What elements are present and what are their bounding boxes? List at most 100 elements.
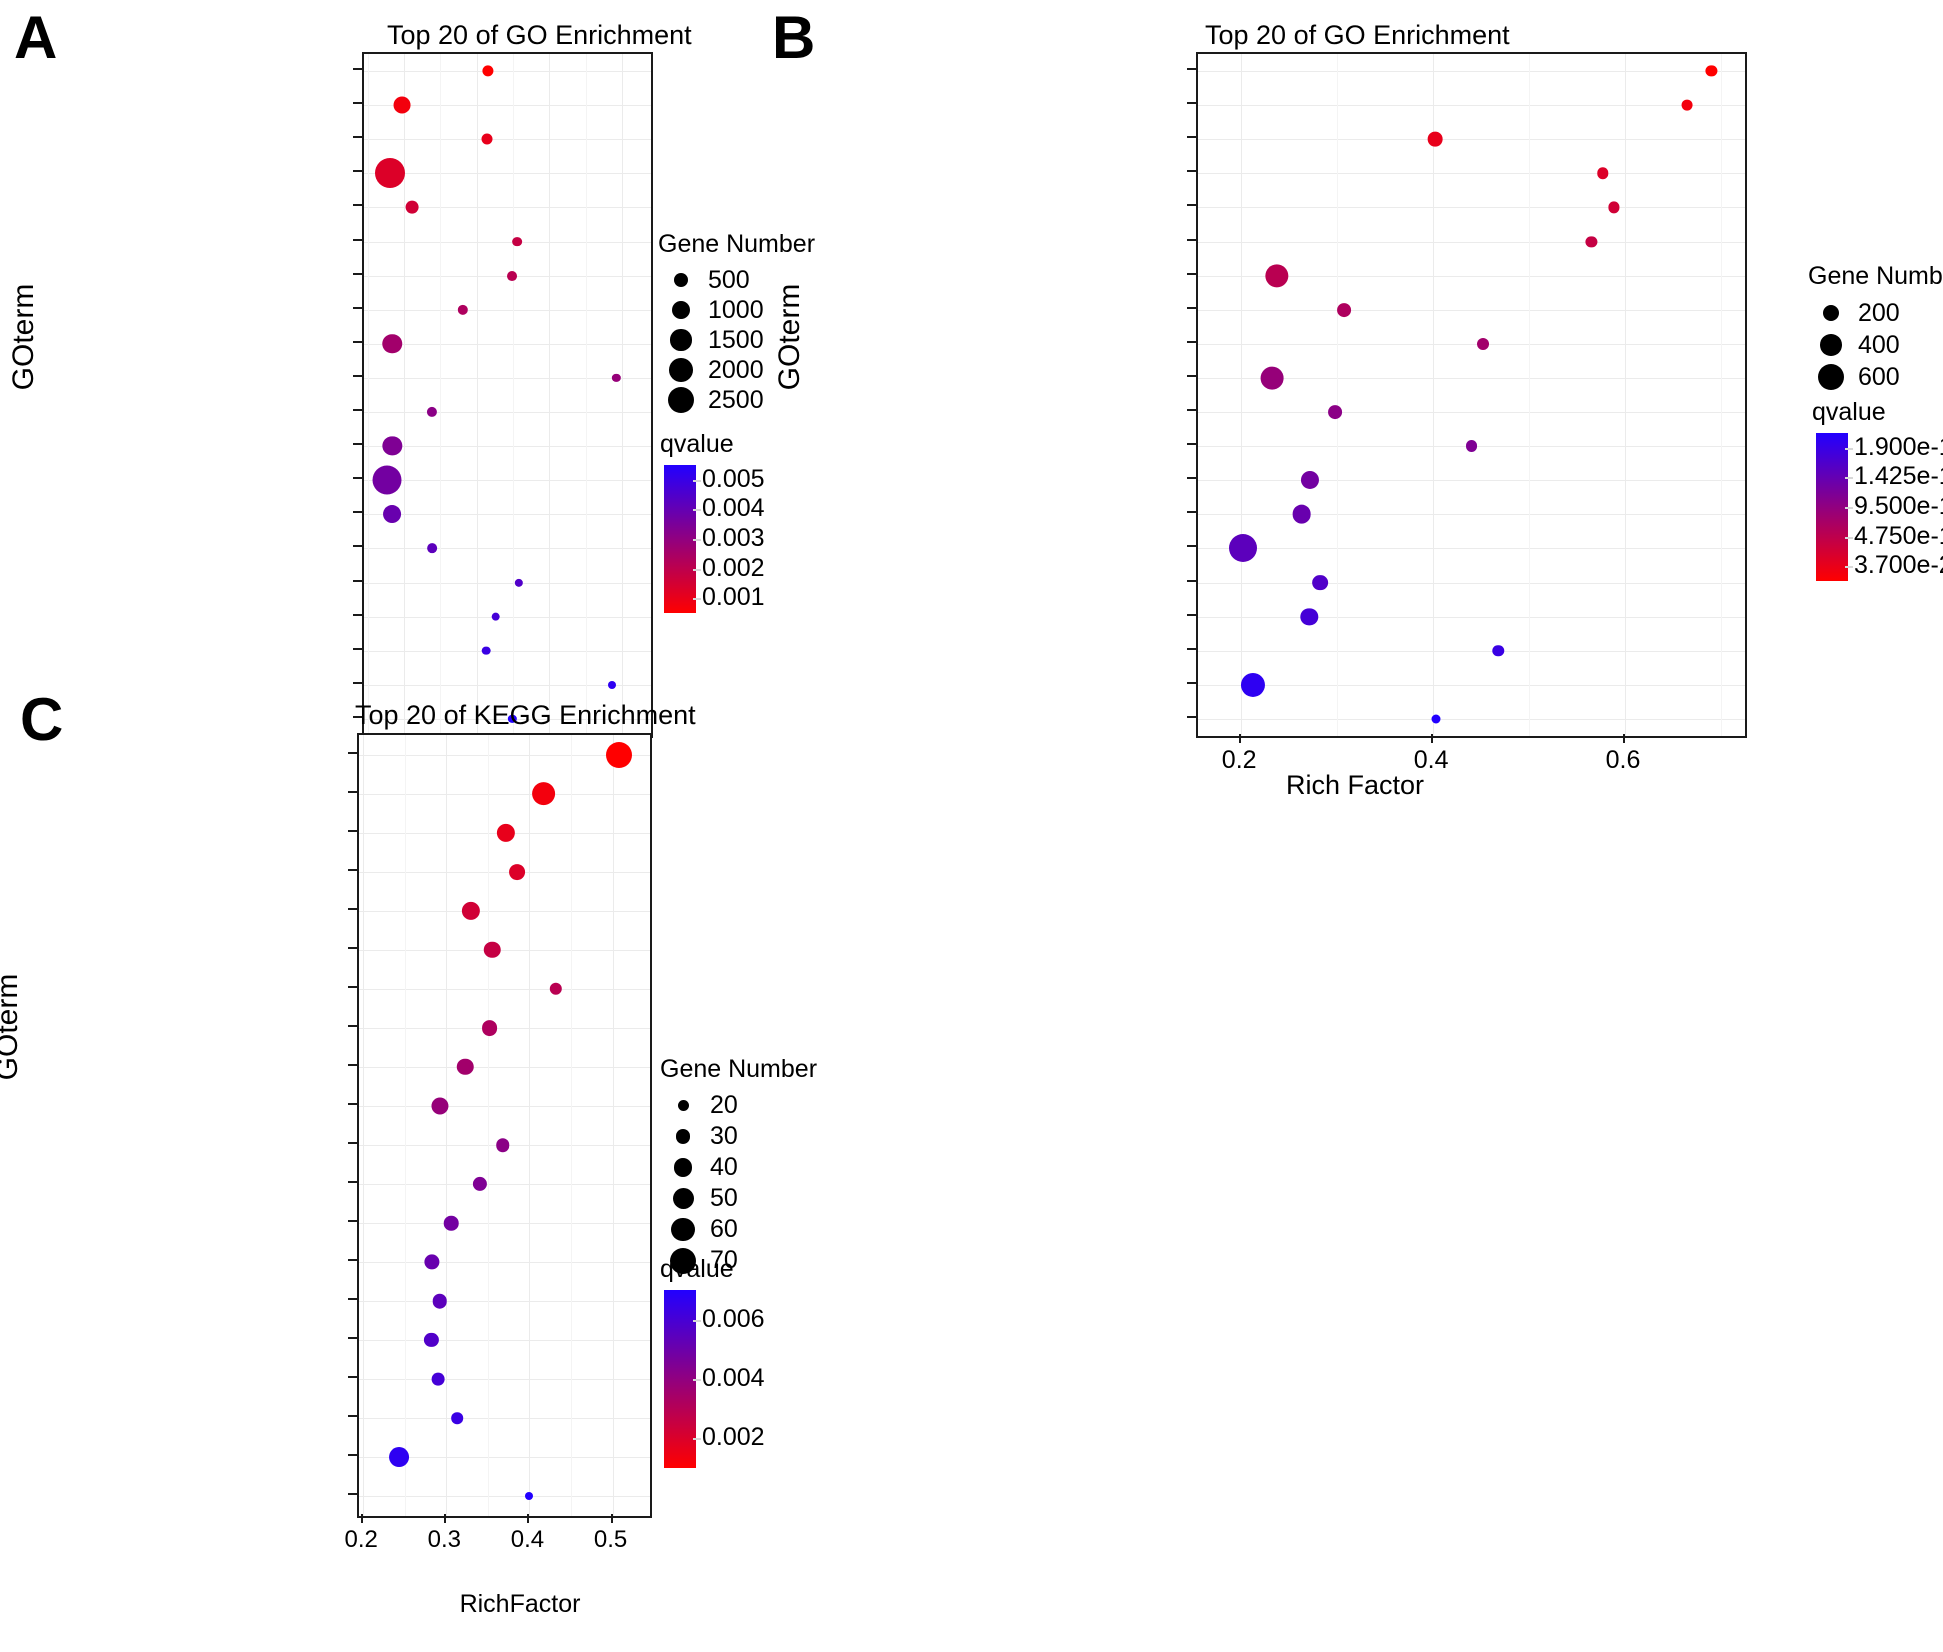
data-point[interactable] [1312,574,1328,591]
data-point[interactable] [606,741,633,768]
panel-c-title: Top 20 of KEGG Enrichment [355,700,696,730]
data-point[interactable] [427,543,437,554]
y-axis-tick-mark [348,1298,357,1301]
data-point[interactable] [382,334,403,354]
panel-a-letter: A [14,4,58,71]
gridline-horizontal [364,446,651,448]
qvalue-tick-mark [1845,536,1853,539]
y-axis-tick-mark [1187,68,1196,71]
data-point[interactable] [525,1492,534,1501]
data-point[interactable] [491,612,500,621]
data-point[interactable] [1681,99,1693,111]
y-axis-tick-mark [1187,613,1196,616]
y-axis-tick-mark [348,907,357,910]
data-point[interactable] [383,505,402,524]
gridline-horizontal [1198,207,1745,209]
panel-c-plot-area[interactable] [357,733,652,1518]
gridline-horizontal [1198,514,1745,516]
data-point[interactable] [1229,534,1258,563]
data-point[interactable] [531,781,556,806]
gridline-horizontal [364,241,651,243]
data-point[interactable] [1301,471,1320,490]
data-point[interactable] [451,1412,463,1425]
data-point[interactable] [444,1215,459,1231]
data-point[interactable] [431,1372,445,1386]
gridline-vertical-minor [404,735,406,1516]
data-point[interactable] [612,373,621,383]
size-legend-dot [672,1188,694,1209]
data-point[interactable] [549,982,563,996]
data-point[interactable] [1260,366,1284,390]
data-point[interactable] [393,96,411,114]
data-point[interactable] [457,1058,474,1076]
y-axis-tick-mark [1187,272,1196,275]
data-point[interactable] [1585,235,1598,248]
data-point[interactable] [1477,337,1489,350]
data-point[interactable] [483,941,501,959]
data-point[interactable] [375,158,406,189]
panel-b-plot-area[interactable] [1196,52,1747,738]
data-point[interactable] [482,646,491,656]
data-point[interactable] [462,901,481,920]
qvalue-tick-mark [693,1379,701,1381]
data-point[interactable] [481,1019,498,1036]
gridline-vertical-minor [1529,54,1531,736]
y-axis-tick-mark [348,1415,357,1418]
y-axis-tick-mark [353,272,362,275]
data-point[interactable] [1427,131,1443,147]
data-point[interactable] [1336,302,1351,317]
data-point[interactable] [472,1176,487,1192]
data-point[interactable] [1597,167,1609,180]
data-point[interactable] [424,1254,440,1270]
gridline-horizontal [1198,139,1745,141]
data-point[interactable] [431,1097,449,1115]
data-point[interactable] [1300,607,1318,626]
y-axis-tick-mark [1187,136,1196,139]
data-point[interactable] [512,236,523,247]
data-point[interactable] [496,1138,510,1152]
data-point[interactable] [405,201,419,214]
y-axis-tick-mark [353,681,362,684]
qvalue-tick-label: 3.700e-29 [1854,551,1943,580]
data-point[interactable] [457,304,468,315]
x-axis-tick-label: 0.2 [344,1526,378,1553]
qvalue-tick-label: 9.500e-17 [1854,492,1943,520]
gridline-vertical [612,735,614,1516]
y-axis-tick-mark [353,477,362,480]
y-axis-tick-mark [348,1493,357,1496]
data-point[interactable] [424,1333,439,1348]
data-point[interactable] [382,436,402,456]
panel-a-plot-area[interactable] [362,52,653,738]
size-legend-item: 60 [660,1214,817,1245]
data-point[interactable] [481,133,493,145]
gridline-vertical [1433,54,1435,736]
panel-b-color-legend-title: qvalue [1812,398,1886,426]
data-point[interactable] [1492,645,1505,657]
data-point[interactable] [507,270,518,281]
data-point[interactable] [1240,672,1265,697]
y-axis-tick-mark [348,1376,357,1379]
data-point[interactable] [482,65,494,77]
size-legend-label: 60 [710,1215,738,1243]
qvalue-tick-mark [693,568,701,571]
data-point[interactable] [607,680,616,689]
data-point[interactable] [1607,201,1620,214]
size-legend-dot [670,329,692,351]
data-point[interactable] [388,1447,409,1468]
data-point[interactable] [497,823,516,842]
gridline-vertical-minor [585,54,587,736]
data-point[interactable] [1328,405,1343,419]
data-point[interactable] [1465,440,1478,453]
data-point[interactable] [1292,504,1311,524]
data-point[interactable] [514,578,524,587]
data-point[interactable] [1265,263,1289,288]
panel-a-size-legend-title: Gene Number [658,230,816,258]
y-axis-tick-mark [353,579,362,582]
data-point[interactable] [372,465,402,495]
data-point[interactable] [426,406,437,418]
data-point[interactable] [1431,714,1441,724]
data-point[interactable] [432,1293,447,1309]
gridline-horizontal [1198,343,1745,345]
data-point[interactable] [509,863,525,880]
data-point[interactable] [1705,65,1717,77]
